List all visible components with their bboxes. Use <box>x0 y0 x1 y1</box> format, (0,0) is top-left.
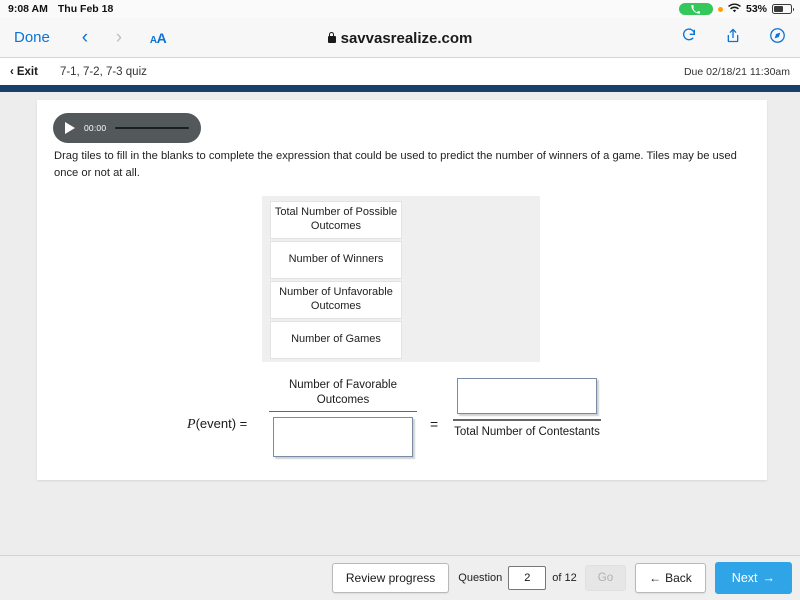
equals-sign: = <box>430 416 439 432</box>
fraction-right: Total Number of Contestants <box>453 378 601 439</box>
next-button[interactable]: Next → <box>714 562 792 594</box>
question-label: Question <box>458 572 503 584</box>
arrow-right-icon: → <box>762 571 776 585</box>
exit-label: Exit <box>16 65 38 78</box>
fraction-left: Number of Favorable Outcomes <box>269 378 417 458</box>
orange-status-dot <box>717 6 723 12</box>
phone-icon <box>678 3 713 15</box>
reload-icon[interactable] <box>681 27 697 48</box>
chevron-left-icon: ‹ <box>10 65 14 78</box>
question-total-label: of 12 <box>552 572 577 584</box>
equation-label-p: P <box>187 417 196 432</box>
fraction-bar-left <box>269 410 417 413</box>
url-text: savvasrealize.com <box>340 29 473 47</box>
tile-0[interactable]: Total Number of Possible Outcomes <box>270 201 402 239</box>
arrow-left-icon: ← <box>649 571 662 585</box>
status-date: Thu Feb 18 <box>57 3 114 15</box>
question-navigator: Question of 12 <box>458 566 577 590</box>
review-progress-label: Review progress <box>345 571 436 585</box>
ios-status-bar: 9:08 AM Thu Feb 18 53% <box>0 0 800 18</box>
tile-bank: Total Number of Possible Outcomes Number… <box>262 196 540 362</box>
screen: 9:08 AM Thu Feb 18 53% Done ‹ › AA savva… <box>0 0 800 600</box>
left-numerator: Number of Favorable Outcomes <box>288 379 398 406</box>
compass-icon[interactable] <box>769 27 786 49</box>
assignment-title: 7-1, 7-2, 7-3 quiz <box>59 65 147 78</box>
go-button: Go <box>584 565 627 591</box>
equation: P(event) = Number of Favorable Outcomes … <box>187 378 657 470</box>
quiz-toolbar: Review progress Question of 12 Go ← Back… <box>0 555 800 600</box>
done-button[interactable]: Done <box>14 29 50 46</box>
back-button[interactable]: ← Back <box>635 563 706 593</box>
review-progress-button[interactable]: Review progress <box>331 563 450 593</box>
wifi-icon <box>727 2 741 16</box>
next-label: Next <box>731 571 758 585</box>
browser-forward-icon: › <box>115 26 123 48</box>
safari-toolbar: Done ‹ › AA savvasrealize.com <box>0 18 800 58</box>
equation-label: P(event) = <box>187 416 247 433</box>
text-size-button[interactable]: AA <box>150 30 167 46</box>
equation-label-rest: (event) = <box>195 416 248 431</box>
audio-player[interactable]: 00:00 <box>53 113 201 143</box>
battery-percent: 53% <box>745 3 767 15</box>
navy-divider <box>0 85 800 92</box>
question-prompt: Drag tiles to fill in the blanks to comp… <box>54 150 737 179</box>
question-card: 00:00 Drag tiles to fill in the blanks t… <box>37 100 767 480</box>
tile-1[interactable]: Number of Winners <box>270 241 402 279</box>
status-bar-left: 9:08 AM Thu Feb 18 <box>8 3 113 15</box>
assignment-header: ‹ Exit 7-1, 7-2, 7-3 quiz Due 02/18/21 1… <box>0 58 800 85</box>
share-icon[interactable] <box>725 27 741 49</box>
drop-target-left-denominator[interactable] <box>273 417 413 458</box>
safari-toolbar-right <box>681 27 786 49</box>
status-bar-right: 53% <box>678 2 794 16</box>
status-time: 9:08 AM <box>8 3 48 15</box>
due-date: Due 02/18/21 11:30am <box>683 65 790 78</box>
exit-button[interactable]: ‹ Exit <box>10 66 38 78</box>
audio-progress-bar[interactable] <box>115 127 189 129</box>
audio-time: 00:00 <box>84 123 107 133</box>
tile-2[interactable]: Number of Unfavorable Outcomes <box>270 281 402 319</box>
drop-target-right-numerator[interactable] <box>457 378 597 414</box>
lock-icon <box>327 32 336 43</box>
battery-icon <box>772 4 794 14</box>
back-label: Back <box>665 571 692 585</box>
browser-back-icon[interactable]: ‹ <box>68 27 102 49</box>
right-denominator: Total Number of Contestants <box>454 425 600 438</box>
tile-3[interactable]: Number of Games <box>270 321 402 359</box>
play-icon[interactable] <box>65 122 75 134</box>
question-number-input[interactable] <box>508 566 547 590</box>
